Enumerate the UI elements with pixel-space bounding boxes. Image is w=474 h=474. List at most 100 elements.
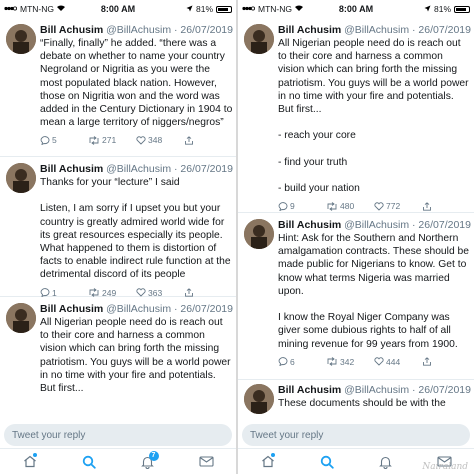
tweet-header: Bill Achusim @BillAchusim · 26/07/2019 [40,163,234,176]
author-handle: @BillAchusim [344,384,410,396]
notifications-badge: 7 [148,450,159,461]
wifi-icon [294,4,304,14]
reply-button[interactable]: 6 [278,357,326,367]
tweet-date: · 26/07/2019 [174,163,233,175]
like-count: 444 [386,356,401,367]
like-button[interactable]: 348 [136,135,184,145]
status-right: 81% [152,4,232,14]
tweet-reply-input[interactable]: Tweet your reply [4,424,232,446]
heart-icon [136,288,146,297]
author-name[interactable]: Bill Achusim [40,163,103,175]
tweet-date: · 26/07/2019 [174,24,233,36]
tweet[interactable]: Bill Achusim @BillAchusim · 26/07/2019 T… [0,157,236,298]
battery-icon [454,5,470,13]
tweet-feed[interactable]: Bill Achusim @BillAchusim · 26/07/2019 A… [238,18,474,420]
retweet-button[interactable]: 342 [326,357,374,367]
carrier-group: MTN-NG [242,4,322,14]
reply-count: 5 [52,135,57,146]
right-screen: MTN-NG 8:00 AM 81% Bill Achusim @BillAch… [238,0,474,474]
share-button[interactable] [184,288,232,297]
reply-count: 9 [290,201,295,212]
author-name[interactable]: Bill Achusim [40,24,103,36]
avatar[interactable] [244,219,274,249]
like-count: 348 [148,135,163,146]
avatar[interactable] [6,24,36,54]
clock: 8:00 AM [100,4,136,14]
share-icon [423,357,431,366]
tweet-text: Hint: Ask for the Southern and Northern … [278,233,469,350]
retweet-button[interactable]: 271 [88,135,136,145]
author-handle: @BillAchusim [344,219,410,231]
watermark: Nairaland [422,462,468,472]
wifi-icon [56,4,66,14]
tweet[interactable]: Bill Achusim @BillAchusim · 26/07/2019 “… [0,18,236,157]
share-icon [185,136,193,145]
reply-icon [40,288,50,298]
retweet-icon [89,288,99,297]
avatar[interactable] [6,163,36,193]
share-button[interactable] [422,202,470,211]
tweet-header: Bill Achusim @BillAchusim · 26/07/2019 [40,24,234,37]
tweet-text: “Finally, finally” he added. “there was … [40,38,236,129]
carrier-name: MTN-NG [20,4,54,14]
retweet-count: 342 [340,356,355,367]
retweet-count: 271 [102,135,117,146]
home-icon [261,455,274,468]
tweet-reply-input[interactable]: Tweet your reply [242,424,470,446]
like-button[interactable]: 772 [374,201,422,211]
signal-icon [242,4,256,14]
avatar[interactable] [6,303,36,333]
tweet[interactable]: Bill Achusim @BillAchusim · 26/07/2019 A… [238,18,474,213]
heart-icon [374,357,384,366]
share-button[interactable] [422,357,470,366]
avatar[interactable] [244,24,274,54]
battery-icon [216,5,232,13]
tweet-text: These documents should be with the [278,398,446,409]
author-name[interactable]: Bill Achusim [278,24,341,36]
author-handle: @BillAchusim [106,24,172,36]
author-handle: @BillAchusim [106,163,172,175]
tweet-feed[interactable]: Bill Achusim @BillAchusim · 26/07/2019 “… [0,18,236,420]
heart-icon [136,136,146,145]
tweet-text: Thanks for your “lecture” I said Listen,… [40,177,231,281]
tab-messages[interactable] [195,451,219,473]
status-bar: MTN-NG 8:00 AM 81% [238,0,474,18]
bottom-tab-bar: 7 [0,448,236,474]
tweet-actions: 6 342 444 [278,357,472,367]
mail-icon [199,456,214,467]
tweet-header: Bill Achusim @BillAchusim · 26/07/2019 [278,24,472,37]
share-button[interactable] [184,136,232,145]
battery-percent: 81% [195,4,213,14]
tweet-actions: 5 271 348 [40,135,234,145]
tab-search[interactable] [77,451,101,473]
author-name[interactable]: Bill Achusim [40,303,103,315]
tab-notifications[interactable]: 7 [136,450,160,473]
tab-notifications[interactable] [374,451,398,473]
share-icon [423,202,431,211]
retweet-button[interactable]: 480 [326,201,374,211]
like-button[interactable]: 444 [374,357,422,367]
avatar[interactable] [244,384,274,414]
tweet-text: All Nigerian people need do is reach out… [40,317,234,395]
status-right: 81% [390,4,470,14]
tweet[interactable]: Bill Achusim @BillAchusim · 26/07/2019 A… [0,297,236,420]
tweet[interactable]: Bill Achusim @BillAchusim · 26/07/2019 T… [238,380,474,420]
carrier-name: MTN-NG [258,4,292,14]
reply-button[interactable]: 9 [278,201,326,211]
retweet-icon [327,357,337,367]
tab-home[interactable] [256,451,280,473]
tweet[interactable]: Bill Achusim @BillAchusim · 26/07/2019 H… [238,213,474,380]
tab-home[interactable] [18,451,42,473]
reply-button[interactable]: 5 [40,135,88,145]
author-name[interactable]: Bill Achusim [278,384,341,396]
tweet-date: · 26/07/2019 [412,384,471,396]
tab-search[interactable] [315,451,339,473]
tweet-text: All Nigerian people need do is reach out… [278,38,469,195]
new-content-dot [32,452,37,457]
retweet-count: 480 [340,201,355,212]
heart-icon [374,202,384,211]
retweet-icon [327,202,337,211]
reply-count: 6 [290,356,295,367]
search-icon [82,455,96,469]
author-name[interactable]: Bill Achusim [278,219,341,231]
